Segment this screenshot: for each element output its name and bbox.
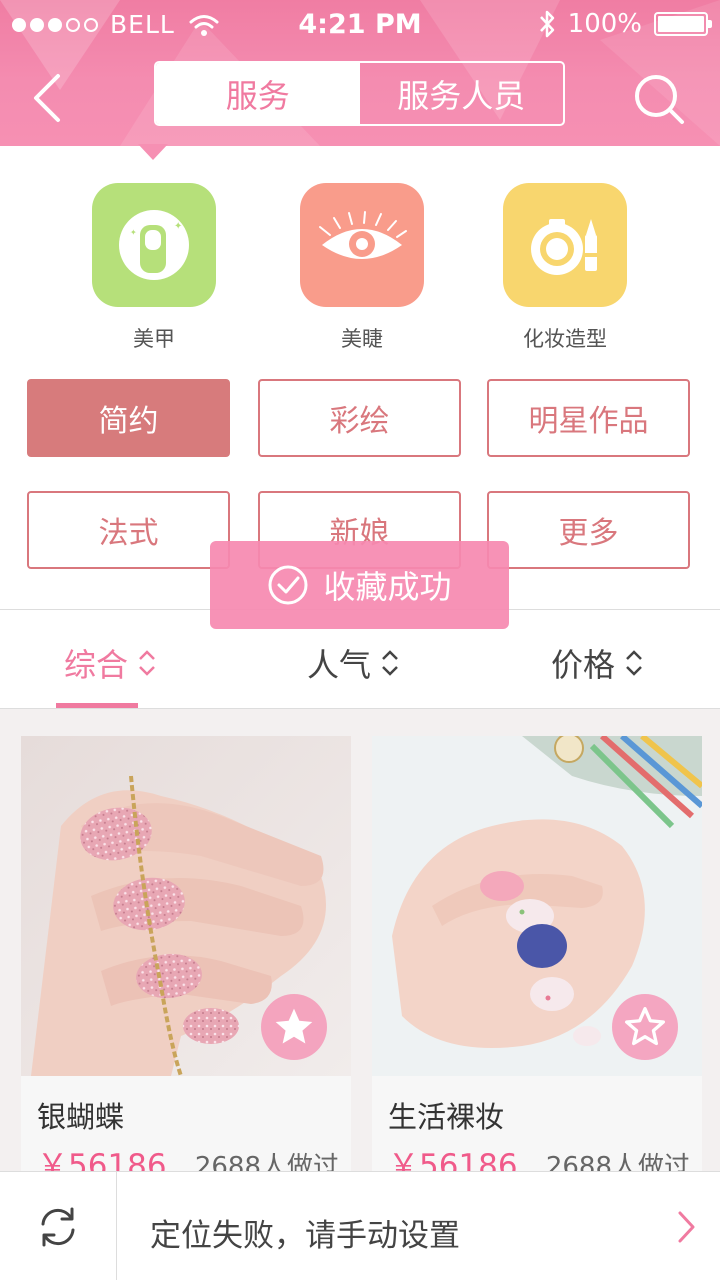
- refresh-button[interactable]: [0, 1172, 117, 1280]
- favorite-button[interactable]: [261, 994, 327, 1060]
- back-button[interactable]: [28, 70, 68, 126]
- tag-celebrity[interactable]: 明星作品: [487, 379, 690, 457]
- svg-text:✦: ✦: [174, 221, 182, 232]
- toast-favorited: 收藏成功: [210, 541, 509, 629]
- location-message: 定位失败，请手动设置: [150, 1218, 460, 1254]
- category-label: 美睫: [341, 327, 383, 351]
- product-title: 生活裸妆: [388, 1100, 505, 1134]
- sort-comprehensive[interactable]: 综合: [64, 640, 156, 686]
- chevron-right-icon: [678, 1211, 695, 1243]
- favorite-button[interactable]: [612, 994, 678, 1060]
- check-circle-icon: [268, 565, 308, 605]
- tag-more[interactable]: 更多: [487, 491, 690, 569]
- eyelash-icon: [300, 183, 424, 307]
- svg-text:✦: ✦: [130, 228, 137, 237]
- product-card[interactable]: 生活裸妆 ￥56186 2688人做过: [372, 736, 702, 1176]
- search-button[interactable]: [632, 72, 686, 126]
- category-eyelash[interactable]: 美睫: [299, 183, 425, 353]
- bluetooth-icon: [539, 10, 554, 38]
- battery-percent: 100%: [567, 9, 642, 39]
- makeup-icon: [503, 183, 627, 307]
- sort-label: 价格: [551, 646, 616, 684]
- sort-label: 综合: [64, 646, 129, 684]
- category-makeup[interactable]: 化妆造型: [502, 183, 628, 353]
- product-card[interactable]: 银蝴蝶 ￥56186 2688人做过: [21, 736, 351, 1176]
- category-label: 化妆造型: [523, 327, 607, 351]
- tab-service-staff[interactable]: 服务人员: [360, 63, 564, 124]
- status-bar: BELL 4:21 PM 100%: [0, 0, 720, 50]
- search-icon: [635, 75, 684, 124]
- star-icon: [275, 1008, 313, 1044]
- tag-french[interactable]: 法式: [27, 491, 230, 569]
- sort-arrows-icon: [382, 650, 398, 676]
- segment-pointer: [138, 144, 168, 160]
- tag-painted[interactable]: 彩绘: [258, 379, 461, 457]
- location-bar[interactable]: 定位失败，请手动设置: [0, 1171, 720, 1280]
- header-bar: BELL 4:21 PM 100% 服务 服务人员: [0, 0, 720, 146]
- refresh-icon: [41, 1207, 75, 1246]
- tag-simple[interactable]: 简约: [27, 379, 230, 457]
- sort-label: 人气: [307, 646, 372, 684]
- product-title: 银蝴蝶: [37, 1100, 125, 1134]
- tab-service[interactable]: 服务: [156, 63, 360, 124]
- sort-arrows-icon: [626, 650, 642, 676]
- toast-text: 收藏成功: [323, 568, 452, 606]
- nail-icon: ✦ ✦: [92, 183, 216, 307]
- sort-arrows-icon: [139, 650, 155, 676]
- chevron-left-icon: [34, 74, 60, 122]
- category-label: 美甲: [133, 327, 175, 351]
- star-icon: [625, 1007, 665, 1046]
- category-nail[interactable]: ✦ ✦ 美甲: [91, 183, 217, 353]
- sort-popularity[interactable]: 人气: [307, 640, 399, 686]
- sort-price[interactable]: 价格: [551, 640, 643, 686]
- battery-icon: [654, 12, 712, 36]
- service-segmented-control: 服务 服务人员: [154, 61, 565, 126]
